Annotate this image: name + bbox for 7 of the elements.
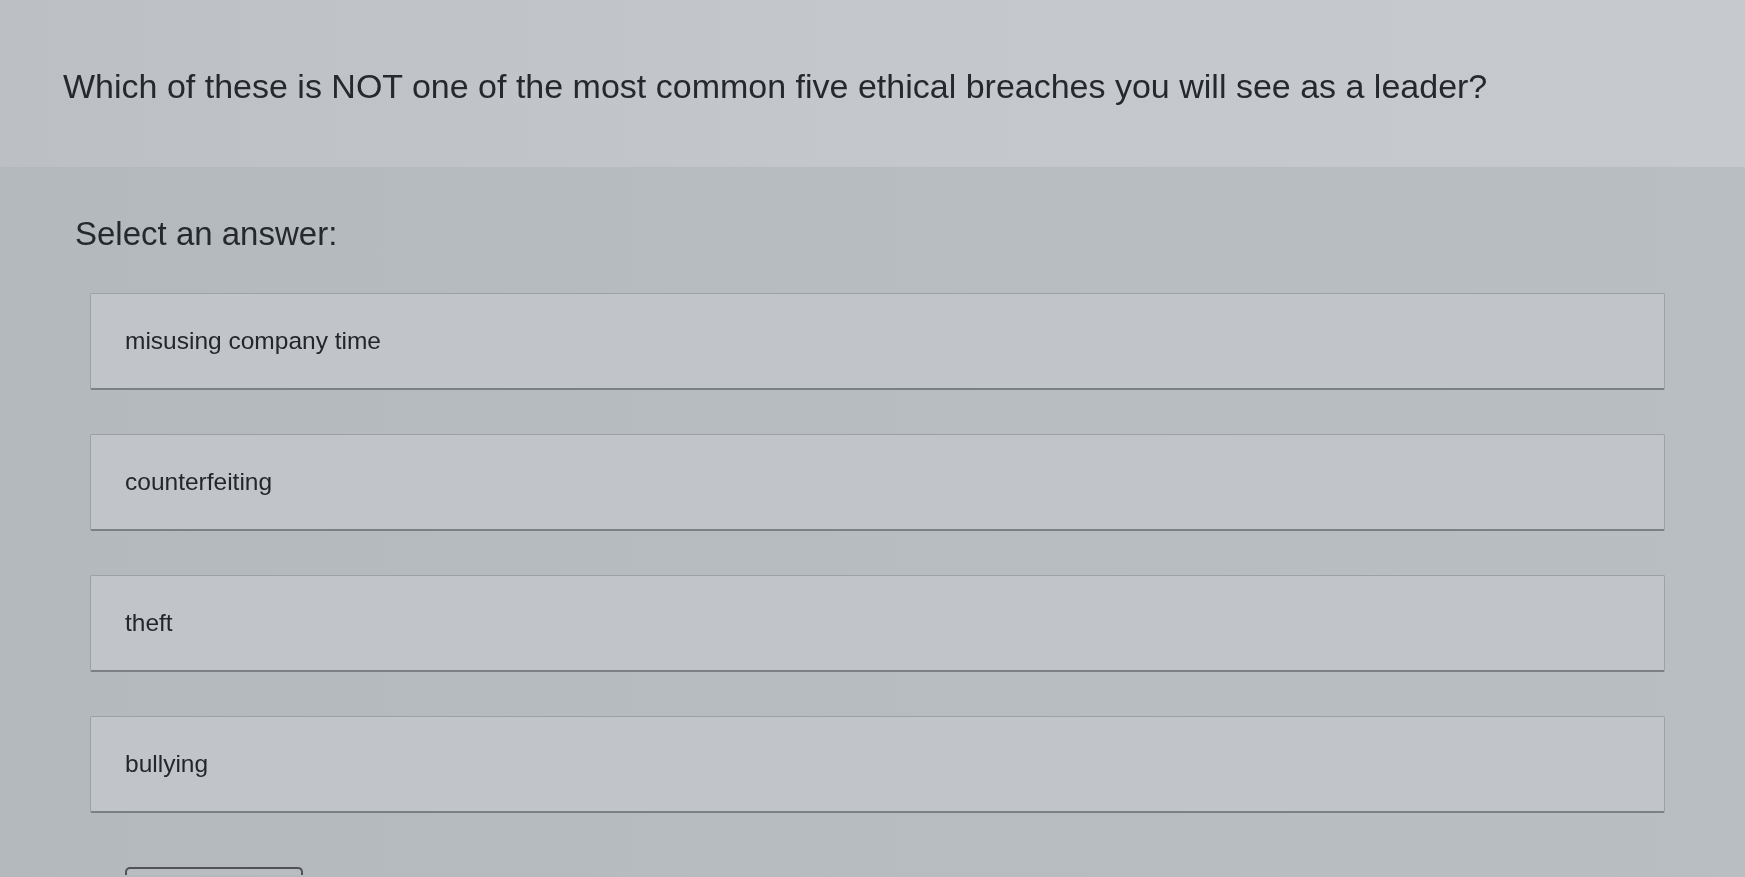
cut-off-button[interactable] bbox=[125, 867, 303, 875]
answer-option[interactable]: misusing company time bbox=[90, 293, 1665, 390]
question-text: Which of these is NOT one of the most common five ethical breaches you will see as a leader? bbox=[63, 66, 1488, 106]
answer-option[interactable]: theft bbox=[90, 575, 1665, 672]
answer-option[interactable]: bullying bbox=[90, 716, 1665, 813]
answer-option[interactable]: counterfeiting bbox=[90, 434, 1665, 531]
select-prompt: Select an answer: bbox=[75, 214, 338, 254]
